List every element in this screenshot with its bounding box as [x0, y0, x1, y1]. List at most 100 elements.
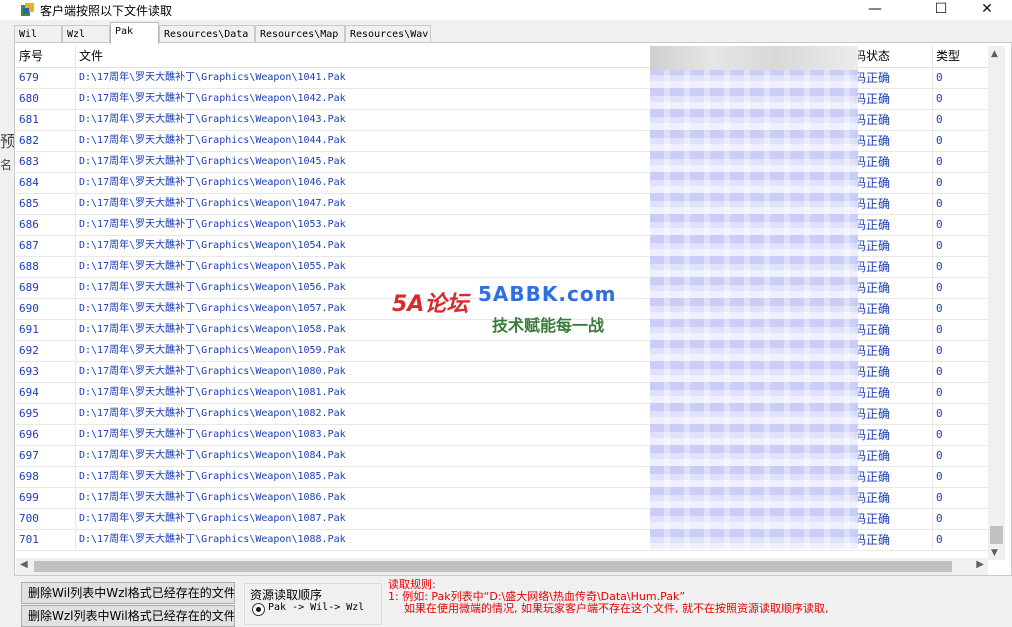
tab-resources-map[interactable]: Resources\Map [255, 25, 345, 43]
row-type: 0 [936, 470, 943, 483]
row-file-path: D:\17周年\罗天大醮补丁\Graphics\Weapon\1080.Pak [76, 362, 654, 382]
row-type: 0 [936, 512, 943, 525]
maximize-button[interactable]: ☐ [918, 0, 964, 20]
window-title: 客户端按照以下文件读取 [40, 4, 173, 18]
vertical-scroll-thumb[interactable] [990, 526, 1003, 544]
row-file-path: D:\17周年\罗天大醮补丁\Graphics\Weapon\1043.Pak [76, 110, 654, 130]
row-file-path: D:\17周年\罗天大醮补丁\Graphics\Weapon\1046.Pak [76, 173, 654, 193]
row-index: 689 [16, 278, 76, 298]
row-type: 0 [936, 113, 943, 126]
scroll-left-icon[interactable]: ◀ [20, 559, 28, 570]
row-type: 0 [936, 71, 943, 84]
read-order-option-label[interactable]: Pak -> Wil-> Wzl [268, 602, 364, 613]
row-status: 码正确 [854, 488, 933, 508]
row-file-path: D:\17周年\罗天大醮补丁\Graphics\Weapon\1083.Pak [76, 425, 654, 445]
row-file-path: D:\17周年\罗天大醮补丁\Graphics\Weapon\1054.Pak [76, 236, 654, 256]
watermark-logo: 5A论坛 [392, 292, 469, 317]
row-type: 0 [936, 491, 943, 504]
row-file-path: D:\17周年\罗天大醮补丁\Graphics\Weapon\1042.Pak [76, 89, 654, 109]
redacted-header [650, 46, 858, 70]
scroll-up-icon[interactable]: ▲ [991, 49, 998, 59]
left-stub: 预 名 [0, 44, 16, 576]
row-type: 0 [936, 281, 943, 294]
horizontal-scroll-thumb[interactable] [34, 561, 952, 572]
row-status: 码正确 [854, 173, 933, 193]
row-index: 686 [16, 215, 76, 235]
tab-resources-data[interactable]: Resources\Data [159, 25, 255, 43]
row-type: 0 [936, 302, 943, 315]
row-index: 685 [16, 194, 76, 214]
column-header-file[interactable]: 文件 [76, 46, 654, 67]
row-type: 0 [936, 134, 943, 147]
tab-wzl[interactable]: Wzl [62, 25, 110, 43]
row-index: 690 [16, 299, 76, 319]
row-index: 693 [16, 362, 76, 382]
read-rules: 读取规则: 1: 例如: Pak列表中“D:\盛大网络\热血传奇\Data\Hu… [388, 579, 828, 615]
row-type: 0 [936, 449, 943, 462]
app-icon [21, 3, 34, 16]
row-type: 0 [936, 365, 943, 378]
watermark-slogan: 技术赋能每一战 [492, 316, 605, 335]
row-type: 0 [936, 407, 943, 420]
delete-wzl-dup-button[interactable]: 删除Wzl列表中Wil格式已经存在的文件 [21, 605, 235, 627]
row-file-path: D:\17周年\罗天大醮补丁\Graphics\Weapon\1059.Pak [76, 341, 654, 361]
row-index: 694 [16, 383, 76, 403]
row-status: 码正确 [854, 320, 933, 340]
row-status: 码正确 [854, 362, 933, 382]
row-status: 码正确 [854, 446, 933, 466]
scroll-right-icon[interactable]: ▶ [976, 559, 984, 570]
row-index: 684 [16, 173, 76, 193]
row-index: 681 [16, 110, 76, 130]
row-index: 679 [16, 68, 76, 88]
row-status: 码正确 [854, 89, 933, 109]
stub-text-2: 名 [0, 158, 13, 172]
row-file-path: D:\17周年\罗天大醮补丁\Graphics\Weapon\1084.Pak [76, 446, 654, 466]
row-type: 0 [936, 218, 943, 231]
row-type: 0 [936, 260, 943, 273]
row-file-path: D:\17周年\罗天大醮补丁\Graphics\Weapon\1088.Pak [76, 530, 654, 550]
horizontal-scrollbar[interactable]: ◀ ▶ [16, 558, 988, 575]
row-index: 699 [16, 488, 76, 508]
tab-resources-wav[interactable]: Resources\Wav [345, 25, 431, 43]
row-file-path: D:\17周年\罗天大醮补丁\Graphics\Weapon\1085.Pak [76, 467, 654, 487]
column-header-type[interactable]: 类型 [933, 46, 988, 67]
delete-wil-dup-button[interactable]: 删除Wil列表中Wzl格式已经存在的文件 [21, 582, 235, 604]
row-type: 0 [936, 344, 943, 357]
row-file-path: D:\17周年\罗天大醮补丁\Graphics\Weapon\1041.Pak [76, 68, 654, 88]
minimize-button[interactable]: — [852, 0, 898, 20]
rules-line-2: 如果在使用微端的情况, 如果玩家客户端不存在这个文件, 就不在按照资源读取顺序读… [404, 602, 829, 615]
row-index: 680 [16, 89, 76, 109]
watermark-site: 5ABBK.com [478, 282, 617, 306]
column-header-status[interactable]: 码状态 [854, 46, 933, 67]
tab-pak[interactable]: Pak [110, 22, 159, 44]
row-index: 692 [16, 341, 76, 361]
tab-strip: Wil Wzl Pak Resources\Data Resources\Map… [14, 22, 1012, 44]
row-index: 697 [16, 446, 76, 466]
row-index: 682 [16, 131, 76, 151]
row-index: 688 [16, 257, 76, 277]
column-header-index[interactable]: 序号 [16, 46, 76, 67]
row-status: 码正确 [854, 299, 933, 319]
read-order-radio[interactable] [252, 603, 265, 616]
row-file-path: D:\17周年\罗天大醮补丁\Graphics\Weapon\1087.Pak [76, 509, 654, 529]
scroll-down-icon[interactable]: ▼ [991, 548, 998, 558]
row-status: 码正确 [854, 467, 933, 487]
tab-wil[interactable]: Wil [14, 25, 62, 43]
row-status: 码正确 [854, 131, 933, 151]
row-type: 0 [936, 239, 943, 252]
close-button[interactable]: ✕ [964, 0, 1010, 20]
row-status: 码正确 [854, 68, 933, 88]
row-type: 0 [936, 176, 943, 189]
row-index: 696 [16, 425, 76, 445]
vertical-scrollbar[interactable]: ▲ ▼ [988, 46, 1005, 560]
row-index: 691 [16, 320, 76, 340]
row-type: 0 [936, 386, 943, 399]
row-file-path: D:\17周年\罗天大醮补丁\Graphics\Weapon\1053.Pak [76, 215, 654, 235]
row-status: 码正确 [854, 194, 933, 214]
redacted-area [650, 46, 858, 549]
row-index: 700 [16, 509, 76, 529]
row-status: 码正确 [854, 509, 933, 529]
read-order-title: 资源读取顺序 [250, 586, 323, 603]
watermark: 5A论坛 5ABBK.com 技术赋能每一战 [388, 272, 628, 342]
row-status: 码正确 [854, 236, 933, 256]
